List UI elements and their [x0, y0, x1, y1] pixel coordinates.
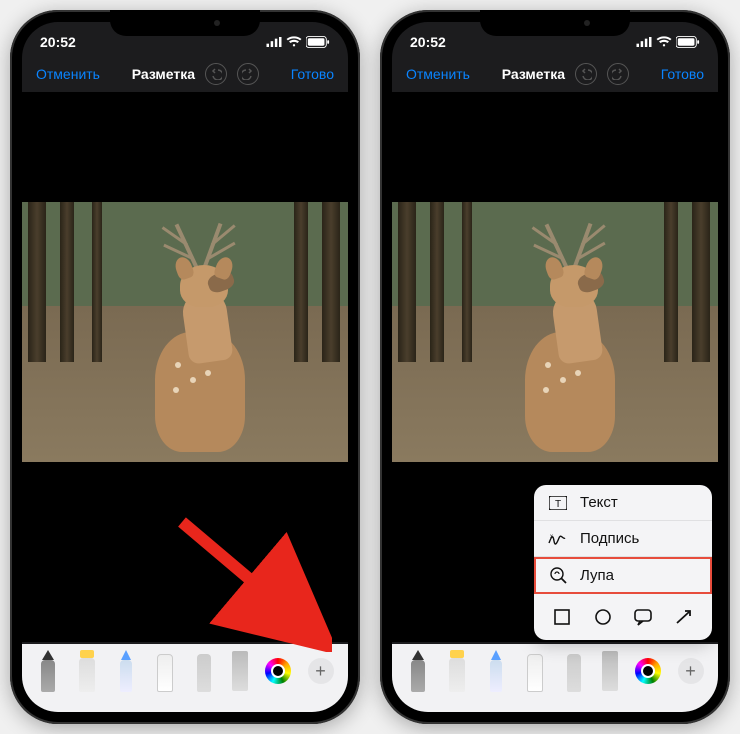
wifi-icon: [286, 36, 302, 48]
magnifier-icon: [548, 566, 568, 584]
notch: [110, 10, 260, 36]
menu-item-label: Подпись: [580, 530, 639, 547]
done-button[interactable]: Готово: [291, 66, 334, 82]
shapes-row: [534, 594, 712, 640]
signature-icon: x: [548, 532, 568, 546]
menu-item-signature[interactable]: x Подпись: [534, 521, 712, 557]
wifi-icon: [656, 36, 672, 48]
markup-toolbar: +: [392, 644, 718, 712]
pencil-tool-icon[interactable]: [485, 650, 507, 692]
add-menu-popup: T Текст x Подпись Лупа: [534, 485, 712, 640]
nav-title: Разметка: [502, 66, 565, 82]
status-time: 20:52: [40, 34, 76, 50]
cancel-button[interactable]: Отменить: [406, 66, 470, 82]
markup-toolbar: +: [22, 644, 348, 712]
text-icon: T: [548, 496, 568, 510]
pencil-tool-icon[interactable]: [115, 650, 137, 692]
eraser-tool-icon[interactable]: [154, 650, 176, 692]
menu-item-label: Лупа: [580, 567, 614, 584]
editing-canvas[interactable]: [22, 92, 348, 642]
battery-icon: [306, 36, 330, 48]
eraser-tool-icon[interactable]: [524, 650, 546, 692]
ruler-tool-icon[interactable]: [232, 651, 248, 691]
marker-tool-icon[interactable]: [446, 650, 468, 692]
undo-icon[interactable]: [205, 63, 227, 85]
marker-tool-icon[interactable]: [76, 650, 98, 692]
arrow-shape-icon[interactable]: [671, 604, 697, 630]
menu-item-magnifier[interactable]: Лупа: [534, 557, 712, 594]
pen-tool-icon[interactable]: [407, 650, 429, 692]
ruler-tool-icon[interactable]: [602, 651, 618, 691]
speech-bubble-shape-icon[interactable]: [630, 604, 656, 630]
plus-button[interactable]: +: [678, 658, 704, 684]
phone-left: 20:52 Отменить Разметка Готово: [10, 10, 360, 724]
nav-bar: Отменить Разметка Готово: [22, 56, 348, 92]
svg-text:x: x: [550, 534, 553, 540]
pen-tool-icon[interactable]: [37, 650, 59, 692]
plus-button[interactable]: +: [308, 658, 334, 684]
photo-content: [22, 202, 348, 462]
cancel-button[interactable]: Отменить: [36, 66, 100, 82]
nav-bar: Отменить Разметка Готово: [392, 56, 718, 92]
lasso-tool-icon[interactable]: [563, 650, 585, 692]
color-picker-icon[interactable]: [265, 658, 291, 684]
redo-icon[interactable]: [237, 63, 259, 85]
nav-title: Разметка: [132, 66, 195, 82]
square-shape-icon[interactable]: [549, 604, 575, 630]
done-button[interactable]: Готово: [661, 66, 704, 82]
notch: [480, 10, 630, 36]
signal-icon: [636, 37, 652, 47]
phone-right: 20:52 Отменить Разметка Готово: [380, 10, 730, 724]
status-time: 20:52: [410, 34, 446, 50]
battery-icon: [676, 36, 700, 48]
undo-icon[interactable]: [575, 63, 597, 85]
signal-icon: [266, 37, 282, 47]
svg-text:T: T: [555, 499, 561, 510]
circle-shape-icon[interactable]: [590, 604, 616, 630]
lasso-tool-icon[interactable]: [193, 650, 215, 692]
menu-item-text[interactable]: T Текст: [534, 485, 712, 521]
photo-content: [392, 202, 718, 462]
color-picker-icon[interactable]: [635, 658, 661, 684]
redo-icon[interactable]: [607, 63, 629, 85]
menu-item-label: Текст: [580, 494, 618, 511]
